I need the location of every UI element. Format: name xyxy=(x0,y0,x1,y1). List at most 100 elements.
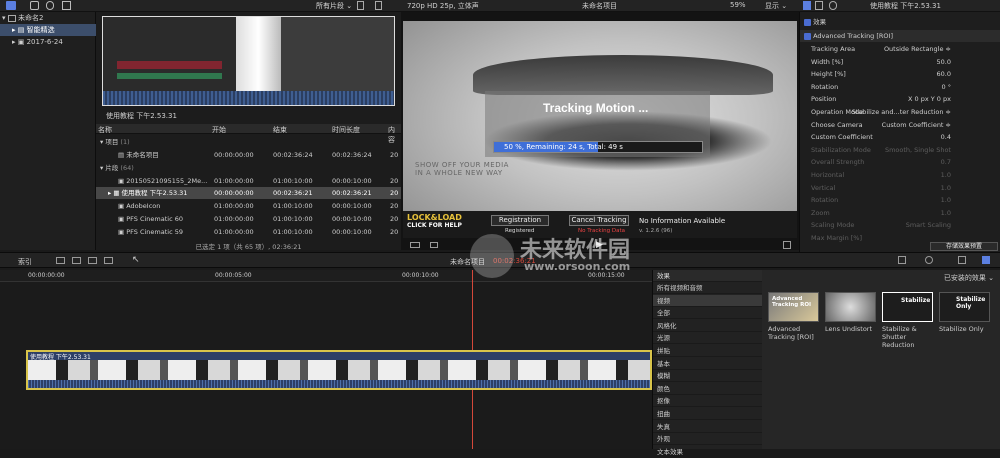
col-name[interactable]: 名称 xyxy=(98,125,112,135)
effects-category-item[interactable]: 模糊 xyxy=(653,370,763,383)
video-inspector-icon[interactable] xyxy=(803,1,811,10)
param-row[interactable]: Height [%] 60.0 xyxy=(800,68,1000,80)
param-value[interactable]: Smart Scaling xyxy=(906,219,951,231)
param-row[interactable]: Stabilization Mode Smooth, Single Shot xyxy=(800,144,1000,156)
param-value[interactable]: X 0 px Y 0 px xyxy=(908,93,951,105)
zoom-dropdown[interactable]: 59% xyxy=(730,1,746,9)
filter-icon[interactable] xyxy=(375,1,382,10)
list-item[interactable]: ▣ PFS Cinematic 59 xyxy=(118,226,183,238)
color-icon[interactable] xyxy=(430,242,438,248)
transform-icon[interactable] xyxy=(410,242,420,248)
index-button[interactable]: 索引 xyxy=(18,257,32,267)
param-row[interactable]: Overall Strength 0.7 xyxy=(800,156,1000,168)
effect-tile-stabilize-only[interactable]: Stabilize Only xyxy=(939,292,990,322)
param-row[interactable]: Horizontal 1.0 xyxy=(800,169,1000,181)
effects-category-item[interactable]: 视频 xyxy=(653,294,763,307)
display-dropdown[interactable]: 显示 ⌄ xyxy=(765,1,787,11)
param-value[interactable]: 1.0 xyxy=(941,207,951,219)
param-value[interactable]: Stabilize and...ter Reduction ≑ xyxy=(852,106,951,118)
fullscreen-icon[interactable] xyxy=(783,241,791,249)
overwrite-icon[interactable] xyxy=(104,257,113,264)
param-value[interactable]: 1.0 xyxy=(941,182,951,194)
param-value[interactable]: 0 ° xyxy=(942,81,951,93)
param-value[interactable]: 0.4 xyxy=(941,131,951,143)
param-value[interactable]: Smooth, Single Shot xyxy=(885,144,951,156)
audio-inspector-icon[interactable] xyxy=(815,1,823,10)
param-row[interactable]: Rotation 1.0 xyxy=(800,194,1000,206)
param-value[interactable]: 60.0 xyxy=(937,68,951,80)
param-row[interactable]: Zoom 1.0 xyxy=(800,207,1000,219)
timeline-clip[interactable]: 使用教程 下午2.53.31 xyxy=(26,350,652,390)
param-row[interactable]: Position X 0 px Y 0 px xyxy=(800,93,1000,105)
checkbox-icon[interactable] xyxy=(804,32,811,40)
list-item[interactable]: ▤ 未命名项目 xyxy=(118,149,159,161)
clip-appearance-icon[interactable] xyxy=(357,1,364,10)
registration-button[interactable]: Registration xyxy=(491,215,549,226)
insert-icon[interactable] xyxy=(72,257,81,264)
effects-browser-icon[interactable] xyxy=(982,256,990,264)
effects-category-item[interactable]: 失真 xyxy=(653,421,763,433)
effect-tile-stabilize-shutter[interactable]: Stabilize xyxy=(882,292,933,322)
filmstrip-thumbnail[interactable] xyxy=(102,16,395,106)
effect-tile-advanced-tracking[interactable]: Advanced Tracking ROI xyxy=(768,292,819,322)
sidebar-item-event[interactable]: ▸ ▣ 2017-6-24 xyxy=(0,36,96,48)
param-value[interactable]: 1.0 xyxy=(941,169,951,181)
param-row[interactable]: Rotation 0 ° xyxy=(800,81,1000,93)
param-value[interactable]: Outside Rectangle ≑ xyxy=(884,43,951,55)
info-icon[interactable] xyxy=(829,1,837,10)
installed-effects-dropdown[interactable]: 已安装的效果 ⌄ xyxy=(944,273,994,283)
col-start[interactable]: 开始 xyxy=(212,125,226,135)
checkbox-icon[interactable] xyxy=(804,18,811,26)
audio-skim-icon[interactable] xyxy=(898,256,906,264)
save-preset-button[interactable]: 存储效果预置 xyxy=(930,242,998,251)
list-item[interactable]: ▣ AdobeIcon xyxy=(118,200,160,212)
titles-icon[interactable] xyxy=(62,1,71,10)
video-frame[interactable]: Tracking Motion ... 50 %, Remaining: 24 … xyxy=(403,21,797,238)
param-row[interactable]: Choose Camera Custom Coefficient ≑ xyxy=(800,119,1000,131)
effects-category-item[interactable]: 外观 xyxy=(653,433,763,446)
group-clips[interactable]: ▾ 片段 (64) xyxy=(100,162,134,174)
cancel-tracking-button[interactable]: Cancel Tracking xyxy=(569,215,629,226)
effects-category-item[interactable]: 所有视频和音频 xyxy=(653,282,763,294)
col-end[interactable]: 结束 xyxy=(273,125,287,135)
effects-category-item[interactable]: 全部 xyxy=(653,307,763,320)
effects-section[interactable]: 效果 xyxy=(800,16,1000,28)
effects-category-item[interactable]: 光源 xyxy=(653,332,763,345)
photos-icon[interactable] xyxy=(30,1,39,10)
group-projects[interactable]: ▾ 项目 (1) xyxy=(100,136,130,148)
effects-category-item[interactable]: 颜色 xyxy=(653,383,763,395)
effects-category-item[interactable]: 风格化 xyxy=(653,320,763,332)
effects-category-item[interactable]: 扭曲 xyxy=(653,408,763,420)
param-row[interactable]: Width [%] 50.0 xyxy=(800,56,1000,68)
effects-category-item[interactable]: 拼贴 xyxy=(653,345,763,357)
effect-header[interactable]: Advanced Tracking [ROI] xyxy=(800,30,1000,42)
effects-category-item[interactable]: 基本 xyxy=(653,358,763,370)
all-clips-dropdown[interactable]: 所有片段 ⌄ xyxy=(316,1,352,11)
library-icon[interactable] xyxy=(6,1,16,10)
col-duration[interactable]: 时间长度 xyxy=(332,125,360,135)
effects-category-item[interactable]: 抠像 xyxy=(653,395,763,408)
param-value[interactable]: 0.7 xyxy=(941,156,951,168)
param-value[interactable]: Custom Coefficient ≑ xyxy=(882,119,951,131)
connect-icon[interactable] xyxy=(56,257,65,264)
lockandload-logo[interactable]: LOCK&LOAD CLICK FOR HELP xyxy=(407,214,462,230)
param-row[interactable]: Scaling Mode Smart Scaling xyxy=(800,219,1000,231)
effect-tile-lens-undistort[interactable] xyxy=(825,292,876,322)
effects-category-item[interactable]: 文本效果 xyxy=(653,446,763,458)
select-tool-icon[interactable]: ↖ xyxy=(132,255,140,265)
list-item[interactable]: ▸ ▦ 使用教程 下午2.53.31 xyxy=(108,187,187,199)
param-row[interactable]: Custom Coefficient 0.4 xyxy=(800,131,1000,143)
sidebar-item-smart[interactable]: ▸ ▤ 智能精选 xyxy=(0,24,96,36)
headphones-icon[interactable] xyxy=(925,256,933,264)
param-row[interactable]: Operation Mode Stabilize and...ter Reduct… xyxy=(800,106,1000,118)
list-item[interactable]: ▣ 20150521095155_2Me... xyxy=(118,175,208,187)
param-row[interactable]: Tracking Area Outside Rectangle ≑ xyxy=(800,43,1000,55)
append-icon[interactable] xyxy=(88,257,97,264)
music-icon[interactable] xyxy=(46,1,54,10)
library-root[interactable]: ▾ 未命名2 xyxy=(0,12,96,24)
list-item[interactable]: ▣ PFS Cinematic 60 xyxy=(118,213,183,225)
clip-appearance-icon[interactable] xyxy=(958,256,966,264)
param-value[interactable]: 50.0 xyxy=(937,56,951,68)
param-value[interactable]: 1.0 xyxy=(941,194,951,206)
param-row[interactable]: Vertical 1.0 xyxy=(800,182,1000,194)
